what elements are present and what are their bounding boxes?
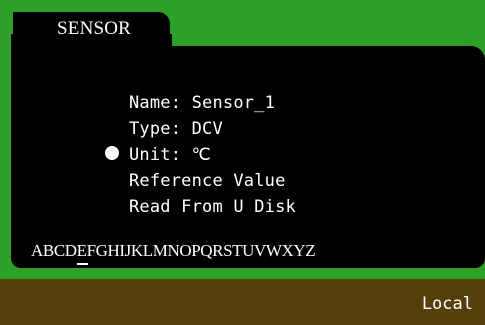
selection-bullet-icon	[105, 146, 119, 160]
menu-item-type[interactable]: Type: DCV	[129, 116, 296, 142]
menu-item-unit[interactable]: Unit: ℃	[129, 142, 296, 168]
menu-item-name[interactable]: Name: Sensor_1	[129, 90, 296, 116]
status-bar: Local	[0, 279, 485, 325]
menu-item-reference-value[interactable]: Reference Value	[129, 168, 296, 194]
status-mode: Local	[421, 294, 473, 314]
sensor-screen: SENSOR Name: Sensor_1 Type: DCV Unit: ℃ …	[0, 0, 485, 325]
menu-item-read-from-u-disk[interactable]: Read From U Disk	[129, 194, 296, 220]
character-keyboard[interactable]: ABCDEFGHIJKLMNOPQRSTUVWXYZ	[31, 240, 316, 262]
sensor-menu: Name: Sensor_1 Type: DCV Unit: ℃ Referen…	[129, 90, 296, 220]
keyboard-cursor	[77, 263, 88, 265]
